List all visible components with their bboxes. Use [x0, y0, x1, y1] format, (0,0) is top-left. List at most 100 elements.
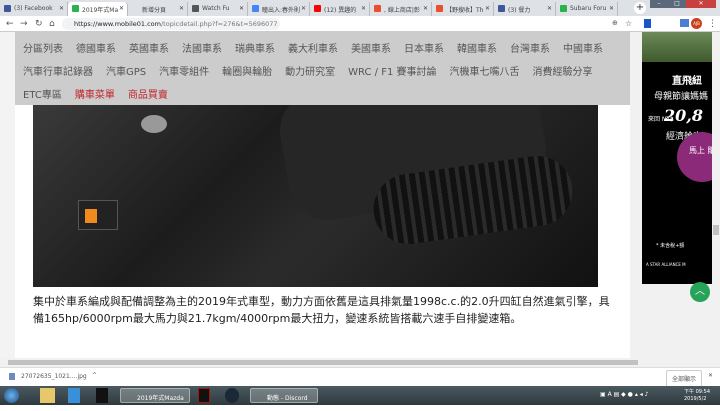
favicon-icon: [72, 5, 79, 12]
close-tab-icon[interactable]: ✕: [179, 5, 184, 12]
nav-link[interactable]: WRC / F1 賽事討論: [348, 67, 436, 78]
nav-link[interactable]: 韓國車系: [457, 44, 497, 55]
tab-9[interactable]: (3) 餐力 ✕: [494, 2, 556, 16]
ad-note: * 未含稅+額: [656, 243, 685, 249]
nav-link[interactable]: 日本車系: [404, 44, 444, 55]
forward-icon[interactable]: →: [20, 19, 28, 29]
cast-icon[interactable]: [680, 19, 689, 27]
show-all-downloads-button[interactable]: 全部顯示: [666, 370, 703, 387]
address-bar-row: ← → ↻ ⌂ https://www.mobile01.com/topicde…: [0, 16, 720, 32]
new-tab-button[interactable]: +: [634, 2, 646, 14]
bookmark-star-icon[interactable]: ☆: [625, 19, 632, 28]
clock-date[interactable]: 2019/5/2: [684, 396, 706, 411]
chevron-up-icon[interactable]: ^: [92, 372, 97, 379]
nav-link[interactable]: 購車菜單: [75, 90, 115, 101]
close-download-bar-icon[interactable]: ✕: [708, 372, 713, 379]
file-icon: [9, 373, 15, 380]
tab-5[interactable]: 瞳出入:春外則 ✕: [248, 2, 310, 16]
maximize-button[interactable]: □: [668, 0, 686, 8]
engine-photo: [33, 105, 598, 287]
advertisement[interactable]: 直飛紐 母親節讓媽媽 來回 NT$20,8 經濟艙來 馬上 購買 * 未含稅+額…: [642, 32, 712, 284]
ad-buy-button[interactable]: 馬上 購買: [677, 132, 712, 182]
url-path: /topicdetail.php?f=276&t=5696077: [160, 20, 278, 28]
back-to-top-button[interactable]: ︿: [690, 282, 710, 302]
close-tab-icon[interactable]: ✕: [423, 5, 428, 12]
steam-icon[interactable]: [225, 388, 239, 403]
favicon-icon: [314, 5, 321, 12]
nav-link[interactable]: 法國車系: [182, 44, 222, 55]
nav-link[interactable]: 英國車系: [129, 44, 169, 55]
ad-price: 20,8: [664, 106, 703, 125]
nav-link[interactable]: 動力研究室: [285, 67, 335, 78]
zoom-icon[interactable]: ⊕: [612, 19, 618, 27]
url-host: https://www.mobile01.com: [74, 20, 161, 28]
close-tab-icon[interactable]: ✕: [239, 5, 244, 12]
tab-label: Subaru Foru: [570, 5, 607, 12]
nav-link[interactable]: 消費經驗分享: [532, 67, 592, 78]
horizontal-scroll-thumb[interactable]: [8, 360, 638, 365]
garena-icon[interactable]: [198, 388, 210, 403]
tab-10[interactable]: Subaru Foru ✕: [556, 2, 618, 16]
nav-link[interactable]: 中國車系: [563, 44, 603, 55]
ad-headline: 直飛紐: [672, 76, 702, 87]
taskbar-discord-window[interactable]: 動態 - Discord: [250, 388, 318, 403]
back-icon[interactable]: ←: [6, 19, 14, 29]
nav-link[interactable]: 台灣車系: [510, 44, 550, 55]
system-tray[interactable]: ▣ A ▤ ◆ ● ▴ ◂ ♪: [600, 391, 649, 406]
download-item[interactable]: 27072635_1021....jpg: [21, 373, 87, 380]
close-window-button[interactable]: ✕: [686, 0, 716, 8]
nav-link[interactable]: 商品買賣: [128, 90, 168, 101]
close-tab-icon[interactable]: ✕: [547, 5, 552, 12]
close-tab-icon[interactable]: ✕: [485, 5, 490, 12]
vertical-scroll-thumb[interactable]: [713, 225, 719, 235]
close-tab-icon[interactable]: ✕: [301, 5, 306, 12]
nav-link[interactable]: 義大利車系: [288, 44, 338, 55]
home-icon[interactable]: ⌂: [49, 19, 55, 29]
close-tab-icon[interactable]: ✕: [609, 5, 614, 12]
nav-link[interactable]: 汽車GPS: [106, 67, 146, 78]
nav-link[interactable]: 輪圈與輪胎: [222, 67, 272, 78]
reload-icon[interactable]: ↻: [35, 19, 43, 29]
nav-link[interactable]: 分區列表: [23, 44, 63, 55]
app-icon[interactable]: [96, 388, 108, 403]
tab-label: (12) 異趣的: [324, 7, 357, 14]
tab-label: Watch Fu: [202, 5, 230, 12]
close-tab-icon[interactable]: ✕: [59, 5, 64, 12]
tab-strip: (3) Facebook ✕ 2019年式Ma ✕ 新增分頁 ✕ Watch Fu ✕ 瞳出入:…: [0, 0, 720, 16]
favicon-icon: [4, 5, 11, 12]
tab-2[interactable]: 2019年式Ma ✕: [68, 2, 128, 16]
url-input[interactable]: https://www.mobile01.com/topicdetail.php…: [62, 18, 280, 30]
tab-4[interactable]: Watch Fu ✕: [188, 2, 248, 16]
tab-6[interactable]: (12) 異趣的 ✕: [310, 2, 370, 16]
start-button[interactable]: [4, 388, 19, 403]
taskbar-chrome-window[interactable]: 2019年式Mazda ...: [120, 388, 190, 409]
nav-link[interactable]: 美國車系: [351, 44, 391, 55]
tab-7[interactable]: , 線上商店|彰 ✕: [370, 2, 432, 16]
nav-link[interactable]: 德國車系: [76, 44, 116, 55]
nav-link[interactable]: 汽機車七嘴八舌: [449, 67, 519, 78]
nav-link[interactable]: 瑞典車系: [235, 44, 275, 55]
tab-label: (3) 餐力: [508, 7, 531, 14]
nav-link[interactable]: ETC專區: [23, 90, 62, 101]
media-player-icon[interactable]: [68, 388, 80, 403]
tab-label: 2019年式Ma: [82, 7, 119, 14]
explorer-icon[interactable]: [40, 388, 55, 403]
web-page: 分區列表 德國車系 英國車系 法國車系 瑞典車系 義大利車系 美國車系 日本車系 韓國車系 台灣車…: [0, 32, 720, 358]
left-margin: [0, 32, 15, 358]
tab-label: 瞳出入:春外則: [262, 7, 301, 14]
minimize-button[interactable]: –: [650, 0, 668, 8]
close-tab-icon[interactable]: ✕: [361, 5, 366, 12]
vertical-scrollbar[interactable]: [712, 32, 720, 358]
nav-link[interactable]: 汽車零組件: [159, 67, 209, 78]
extension-icon[interactable]: [644, 19, 651, 28]
menu-icon[interactable]: ⋮: [708, 19, 717, 29]
nav-link[interactable]: 汽車行車記錄器: [23, 67, 93, 78]
tab-3[interactable]: 新增分頁 ✕: [128, 2, 188, 16]
tab-1[interactable]: (3) Facebook ✕: [0, 2, 68, 16]
favicon-icon: [252, 5, 259, 12]
close-tab-icon[interactable]: ✕: [119, 5, 124, 12]
profile-avatar[interactable]: AJB: [691, 18, 702, 29]
ad-footer: A STAR ALLIANCE M: [646, 262, 686, 267]
tab-label: , 線上商店|彰: [384, 7, 420, 14]
tab-8[interactable]: 【野搜收】Th ✕: [432, 2, 494, 16]
